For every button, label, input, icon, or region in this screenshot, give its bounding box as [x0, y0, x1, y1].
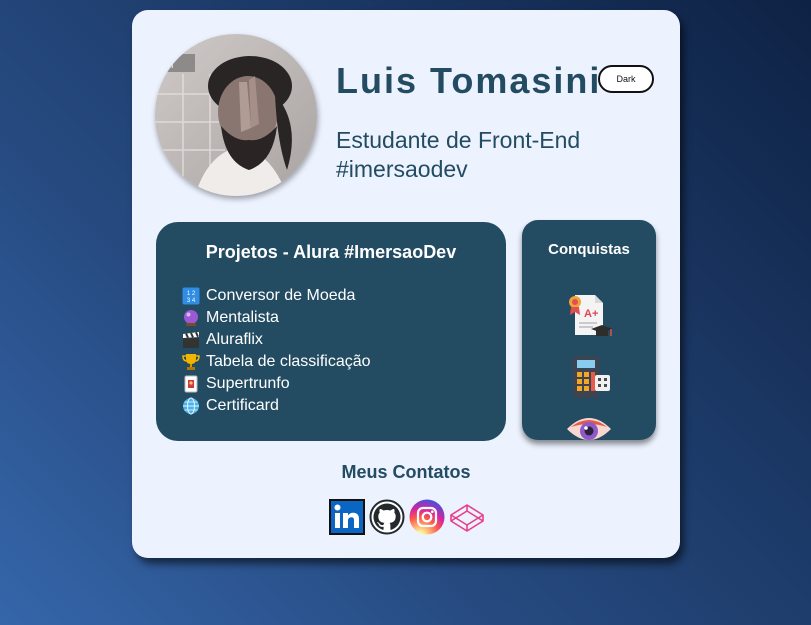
project-item-conversor[interactable]: 1 2 3 4 Conversor de Moeda [182, 285, 371, 307]
projects-title: Projetos - Alura #ImersaoDev [205, 242, 457, 262]
contacts-title: Meus Contatos [341, 462, 471, 482]
project-item-aluraflix[interactable]: Aluraflix [182, 329, 371, 351]
instagram-link[interactable] [409, 499, 445, 540]
svg-text:ml: ml [161, 57, 174, 71]
codepen-icon [449, 499, 485, 540]
globe-icon [182, 397, 200, 415]
crystal-ball-icon [182, 309, 200, 327]
subtitle-role: Estudante de Front-End [336, 127, 581, 153]
project-item-mentalista[interactable]: Mentalista [182, 307, 371, 329]
eye-icon [565, 405, 613, 440]
numbers-icon: 1 2 3 4 [182, 287, 200, 305]
projects-panel: Projetos - Alura #ImersaoDev 1 2 3 4 Con… [156, 222, 506, 441]
instagram-icon [409, 499, 445, 540]
profile-name: Luis Tomasini [336, 60, 602, 101]
social-links [329, 498, 485, 540]
linkedin-icon [329, 498, 365, 540]
svg-text:A+: A+ [584, 308, 598, 320]
projects-list: 1 2 3 4 Conversor de Moeda Mentalista Al… [182, 285, 371, 417]
avatar: ml [155, 34, 317, 196]
svg-text:3 4: 3 4 [187, 298, 196, 304]
project-item-tabela[interactable]: Tabela de classificação [182, 351, 371, 373]
project-label: Tabela de classificação [206, 353, 371, 370]
linkedin-link[interactable] [329, 498, 365, 540]
trophy-icon [182, 353, 200, 371]
github-link[interactable] [369, 499, 405, 540]
profile-subtitle: Estudante de Front-End #imersaodev [336, 126, 636, 184]
project-item-supertrunfo[interactable]: Supertrunfo [182, 373, 371, 395]
project-label: Conversor de Moeda [206, 287, 356, 304]
project-label: Certificard [206, 397, 279, 414]
achievements-panel: Conquistas A+ [522, 220, 656, 440]
subtitle-hashtag: #imersaodev [336, 156, 468, 182]
project-label: Mentalista [206, 309, 279, 326]
playing-card-icon [182, 375, 200, 393]
theme-toggle-button[interactable]: Dark [598, 65, 654, 93]
profile-card: ml Luis Tomasini Dark Estudante de Front… [132, 10, 680, 558]
clapper-board-icon [182, 331, 200, 349]
certificate-icon: A+ [565, 291, 613, 339]
calculator-icon [565, 353, 613, 401]
project-label: Aluraflix [206, 331, 263, 348]
github-icon [369, 499, 405, 540]
project-label: Supertrunfo [206, 375, 290, 392]
achievements-title: Conquistas [548, 241, 630, 258]
codepen-link[interactable] [449, 500, 485, 538]
svg-text:1 2: 1 2 [187, 291, 196, 297]
project-item-certificard[interactable]: Certificard [182, 395, 371, 417]
